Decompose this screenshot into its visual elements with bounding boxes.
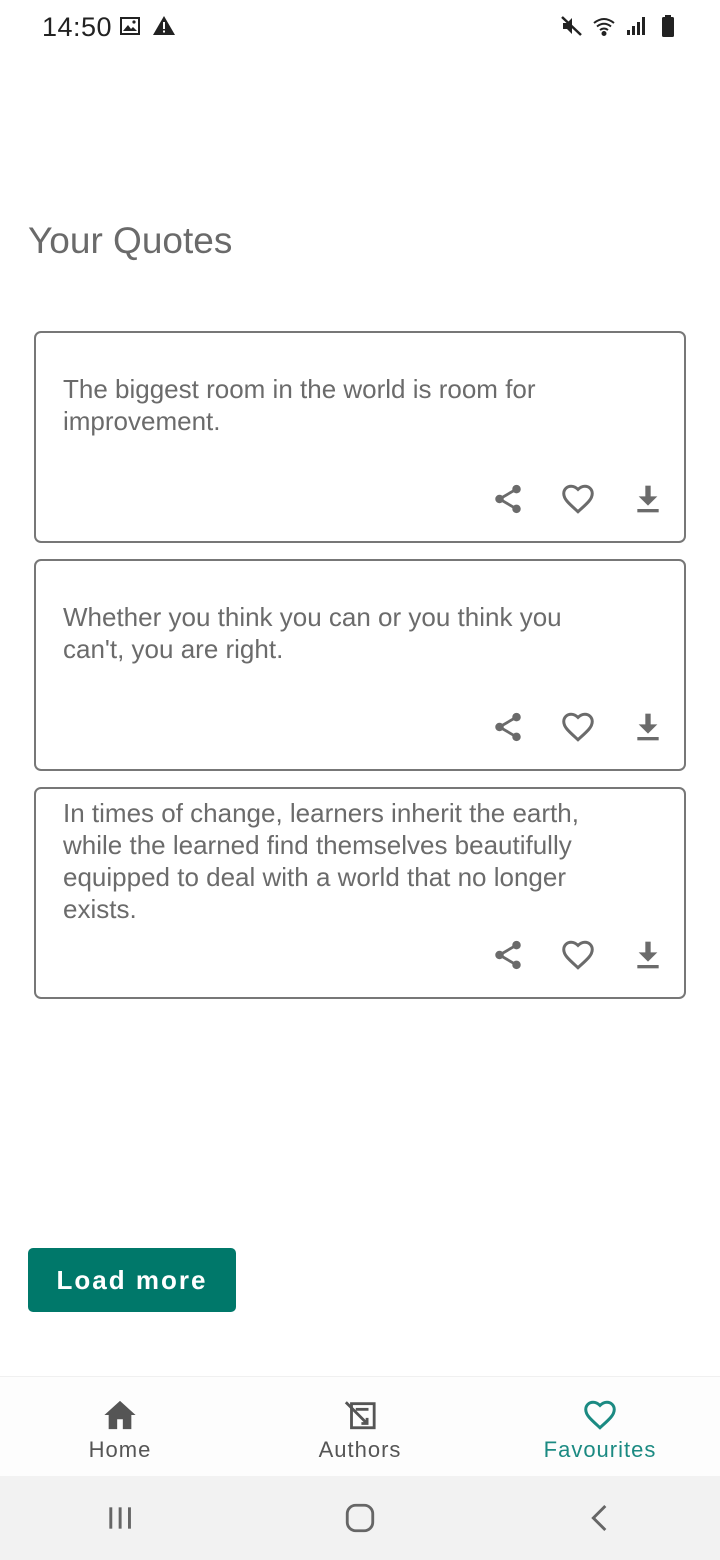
heart-outline-icon[interactable] (560, 481, 596, 517)
system-nav-bar (0, 1476, 720, 1560)
card-actions (490, 481, 666, 517)
battery-icon (656, 14, 680, 38)
card-actions (490, 937, 666, 973)
home-icon (101, 1397, 139, 1433)
nav-item-authors[interactable]: Authors (240, 1377, 480, 1476)
wifi-icon (592, 14, 616, 38)
mute-icon (560, 14, 584, 38)
heart-outline-icon[interactable] (560, 937, 596, 973)
status-bar: 14:50 (0, 0, 720, 56)
warning-icon (152, 14, 176, 38)
share-icon[interactable] (490, 481, 526, 517)
home-circle-icon[interactable] (330, 1488, 390, 1548)
page-title: Your Quotes (28, 220, 233, 261)
share-icon[interactable] (490, 709, 526, 745)
download-icon[interactable] (630, 481, 666, 517)
nav-item-favourites[interactable]: Favourites (480, 1377, 720, 1476)
nav-item-home[interactable]: Home (0, 1377, 240, 1476)
quote-card: The biggest room in the world is room fo… (34, 331, 686, 543)
status-time: 14:50 (42, 12, 113, 42)
recent-apps-icon[interactable] (90, 1488, 150, 1548)
image-icon (118, 14, 142, 38)
quote-card: Whether you think you can or you think y… (34, 559, 686, 771)
share-icon[interactable] (490, 937, 526, 973)
load-more-button[interactable]: Load more (28, 1248, 236, 1312)
nav-label: Home (88, 1437, 152, 1462)
download-icon[interactable] (630, 937, 666, 973)
signal-icon (624, 14, 648, 38)
quote-text: Whether you think you can or you think y… (63, 602, 562, 664)
quote-card: In times of change, learners inherit the… (34, 787, 686, 999)
quote-text: In times of change, learners inherit the… (63, 798, 579, 924)
nav-label: Favourites (543, 1437, 657, 1462)
download-icon[interactable] (630, 709, 666, 745)
back-icon[interactable] (570, 1488, 630, 1548)
nav-label: Authors (318, 1437, 402, 1462)
authors-icon (341, 1397, 379, 1433)
quote-text: The biggest room in the world is room fo… (63, 374, 536, 436)
heart-outline-icon (581, 1397, 619, 1433)
card-actions (490, 709, 666, 745)
heart-outline-icon[interactable] (560, 709, 596, 745)
bottom-nav: Home Authors Favourites (0, 1376, 720, 1476)
